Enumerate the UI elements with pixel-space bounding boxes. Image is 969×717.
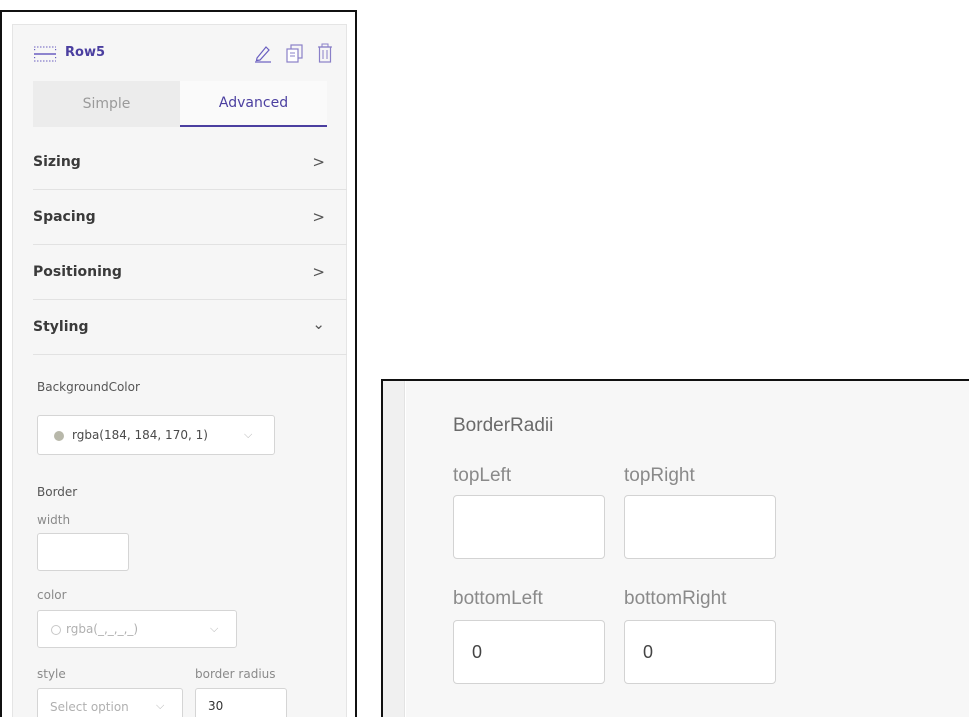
border-color-value: rgba(_,_,_,_) xyxy=(66,622,139,636)
left-screenshot-frame: Row5 Simple Advanced Sizing > Spacing > … xyxy=(0,10,357,717)
chevron-right-icon: > xyxy=(312,153,325,171)
top-right-label: topRight xyxy=(624,465,695,486)
bottom-right-label: bottomRight xyxy=(624,588,727,609)
tab-advanced[interactable]: Advanced xyxy=(180,81,327,127)
mode-tabs: Simple Advanced xyxy=(33,81,347,127)
chevron-down-icon: ⌵ xyxy=(244,428,253,441)
background-color-label: BackgroundColor xyxy=(37,380,140,394)
top-left-input[interactable] xyxy=(453,495,605,559)
element-title: Row5 xyxy=(65,45,105,60)
chevron-down-icon: ⌄ xyxy=(312,315,325,333)
trash-icon[interactable] xyxy=(314,43,336,63)
background-color-value: rgba(184, 184, 170, 1) xyxy=(72,428,208,442)
border-label: Border xyxy=(37,485,78,499)
border-radius-input[interactable] xyxy=(195,688,287,717)
width-label: width xyxy=(37,513,71,527)
header-tools xyxy=(252,43,338,63)
section-label: Sizing xyxy=(33,154,81,170)
color-swatch xyxy=(54,431,64,441)
tab-simple[interactable]: Simple xyxy=(33,81,180,127)
pencil-icon[interactable] xyxy=(252,43,274,63)
chevron-right-icon: > xyxy=(312,263,325,281)
section-sizing[interactable]: Sizing > xyxy=(33,136,347,190)
chevron-down-icon: ⌵ xyxy=(210,622,219,635)
section-label: Positioning xyxy=(33,264,122,280)
section-label: Styling xyxy=(33,319,89,335)
bottom-right-input[interactable] xyxy=(624,620,776,684)
top-right-input[interactable] xyxy=(624,495,776,559)
zoomed-screenshot-frame: BorderRadii topLeft topRight bottomLeft … xyxy=(381,379,969,717)
copy-icon[interactable] xyxy=(284,43,306,63)
section-positioning[interactable]: Positioning > xyxy=(33,246,347,300)
section-styling[interactable]: Styling ⌄ xyxy=(33,301,347,355)
background-color-select[interactable]: rgba(184, 184, 170, 1) ⌵ xyxy=(37,415,275,455)
bottom-left-input[interactable] xyxy=(453,620,605,684)
top-left-label: topLeft xyxy=(453,465,512,486)
properties-panel: Row5 Simple Advanced Sizing > Spacing > … xyxy=(12,24,347,717)
border-radii-title: BorderRadii xyxy=(453,415,554,436)
section-label: Spacing xyxy=(33,209,96,225)
bottom-left-label: bottomLeft xyxy=(453,588,543,609)
style-label: style xyxy=(37,667,66,681)
chevron-down-icon: ⌵ xyxy=(156,699,165,712)
select-placeholder: Select option xyxy=(50,700,129,714)
border-width-input[interactable] xyxy=(37,533,129,571)
chevron-right-icon: > xyxy=(312,208,325,226)
row-layout-icon xyxy=(33,45,57,63)
panel-header: Row5 xyxy=(13,25,348,81)
border-radius-label: border radius xyxy=(195,667,276,681)
section-spacing[interactable]: Spacing > xyxy=(33,191,347,245)
color-label: color xyxy=(37,588,67,602)
border-color-select[interactable]: rgba(_,_,_,_) ⌵ xyxy=(37,610,237,648)
scroll-gutter xyxy=(383,381,405,717)
empty-swatch-icon xyxy=(51,625,61,635)
border-style-select[interactable]: Select option ⌵ xyxy=(37,688,183,717)
border-radii-panel: BorderRadii topLeft topRight bottomLeft … xyxy=(406,381,969,717)
